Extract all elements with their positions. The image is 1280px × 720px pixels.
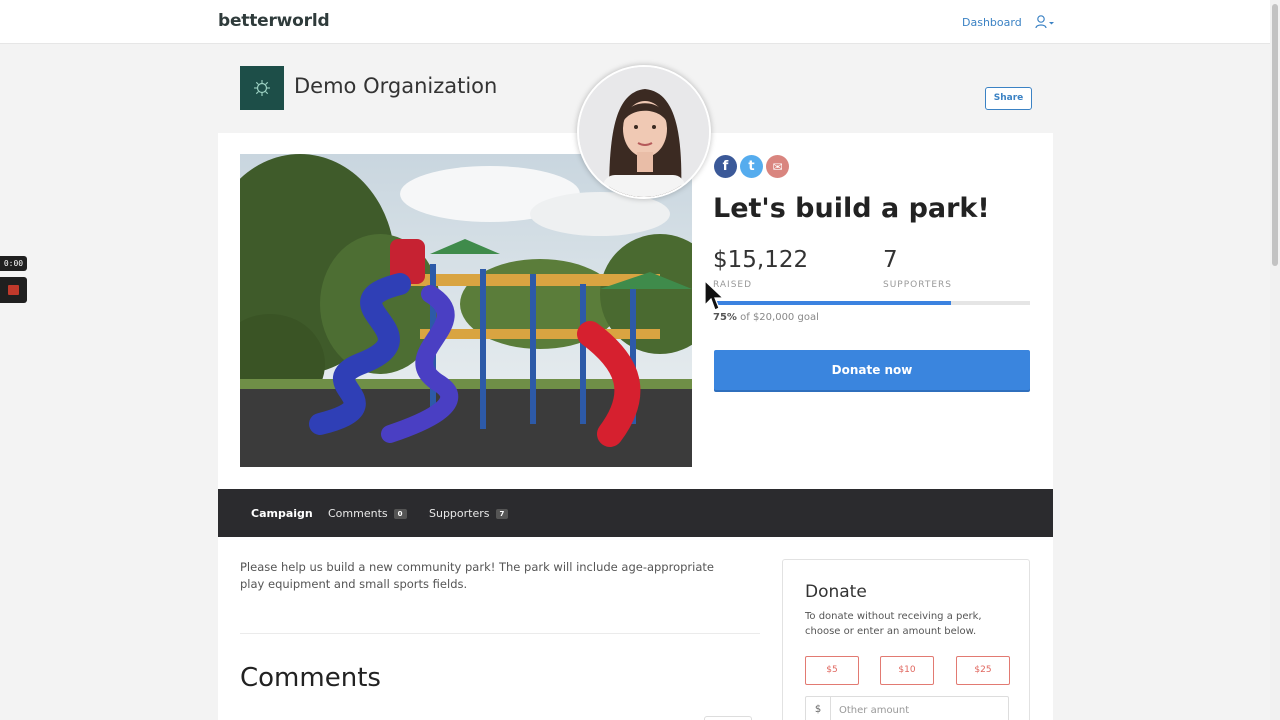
divider [240,633,760,634]
tab-campaign[interactable]: Campaign [251,507,313,520]
share-button[interactable]: Share [985,87,1032,110]
page-scrollbar[interactable] [1270,0,1280,720]
donate-now-button[interactable]: Donate now [714,350,1030,390]
org-emblem-icon [254,80,270,96]
recording-timer: 0:00 [0,256,27,271]
amount-10-button[interactable]: $10 [880,656,934,685]
donate-panel-title: Donate [805,582,867,602]
count-badge: 7 [495,509,509,519]
donate-panel: Donate To donate without receiving a per… [782,559,1030,720]
presenter-video [577,65,711,199]
dashboard-link[interactable]: Dashboard [962,16,1022,29]
progress-bar [713,301,1030,305]
tab-label: Supporters [429,507,490,520]
raised-amount: $15,122 [713,247,809,273]
campaign-title: Let's build a park! [713,193,990,224]
facebook-icon[interactable]: f [714,155,737,178]
tab-label: Campaign [251,507,313,520]
campaign-description: Please help us build a new community par… [240,560,714,591]
supporters-count: 7 [883,247,898,273]
stop-icon [8,285,19,295]
twitter-icon[interactable]: t [740,155,763,178]
social-share-buttons: f t ✉ [714,155,789,178]
brand-logo[interactable]: betterworld [218,11,330,31]
stop-recording-button[interactable] [0,277,27,303]
mouse-cursor-icon [704,280,724,311]
comments-heading: Comments [240,663,381,693]
top-navbar: betterworld Dashboard [0,0,1270,44]
count-badge: 0 [393,509,407,519]
campaign-image [240,154,692,467]
supporters-label: SUPPORTERS [883,280,952,290]
scrollbar-thumb[interactable] [1272,4,1278,266]
user-icon [1035,15,1054,29]
donate-panel-subtitle: To donate without receiving a perk, choo… [805,611,982,637]
other-amount-group: $ [805,696,1009,720]
other-amount-input[interactable] [832,697,1008,720]
campaign-content: Please help us build a new community par… [218,537,1053,720]
org-logo [240,66,284,110]
goal-text: 75% of $20,000 goal [713,312,819,323]
progress-fill [713,301,951,305]
comment-box-edge [704,716,752,720]
user-menu[interactable] [1035,14,1057,30]
goal-amount: of $20,000 goal [740,312,819,323]
amount-25-button[interactable]: $25 [956,656,1010,685]
tab-comments[interactable]: Comments 0 [328,507,407,520]
chevron-down-icon [1049,22,1054,25]
currency-addon: $ [806,697,831,720]
email-icon[interactable]: ✉ [766,155,789,178]
campaign-tabs: Campaign Comments 0 Supporters 7 [218,489,1053,537]
tab-supporters[interactable]: Supporters 7 [429,507,509,520]
org-name[interactable]: Demo Organization [294,74,497,98]
amount-5-button[interactable]: $5 [805,656,859,685]
tab-label: Comments [328,507,388,520]
